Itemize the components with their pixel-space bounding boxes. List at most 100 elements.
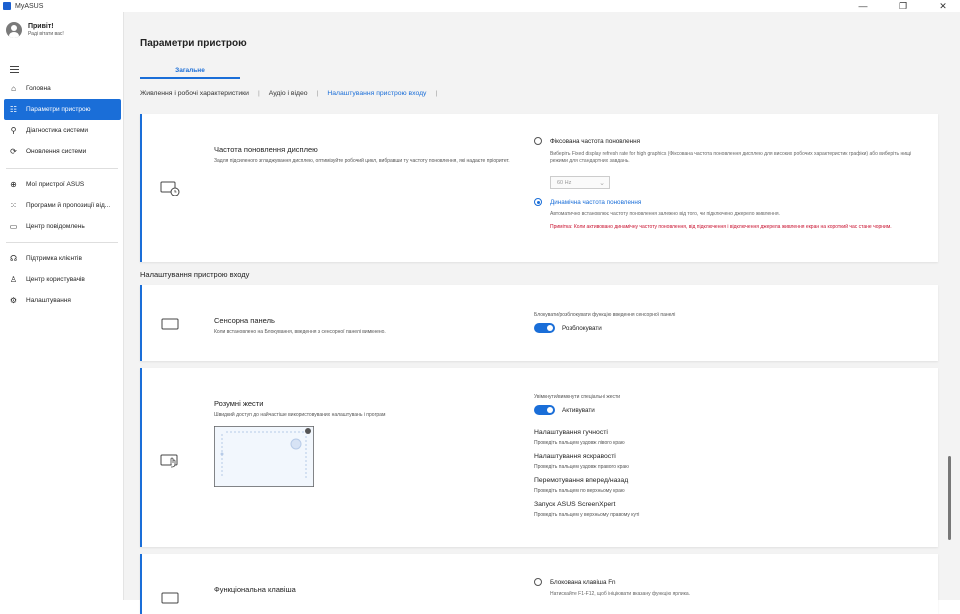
- title-bar: MyASUS — ❐ ✕: [0, 0, 960, 12]
- touchpad-icon: [161, 318, 179, 330]
- refresh-rate-card: Частота поновлення дисплею Задля підсиле…: [140, 114, 938, 262]
- refresh-rate-select[interactable]: 60 Hz ⌄: [550, 176, 610, 189]
- refresh-rate-title: Частота поновлення дисплею: [214, 145, 318, 154]
- user-icon: ♙: [9, 275, 18, 284]
- sidebar-item-device-settings[interactable]: ☷ Параметри пристрою: [4, 99, 121, 120]
- fn-lock-label: Блокована клавіша Fn: [550, 579, 616, 586]
- gestures-toggle-label: Активувати: [562, 407, 595, 414]
- subtabs: Живлення і робочі характеристики | Аудіо…: [140, 90, 446, 97]
- scrollbar[interactable]: [948, 456, 951, 540]
- touchpad-toggle-caption: Блокувати/розблокувати функцію введення …: [534, 312, 676, 318]
- sidebar: Привіт! Раді вітати вас! ⌂ Головна ☷ Пар…: [0, 12, 124, 600]
- sidebar-item-label: Центр повідомлень: [26, 223, 85, 230]
- fnkey-title: Функціональна клавіша: [214, 585, 296, 594]
- sidebar-item-apps[interactable]: ⁙ Програми й пропозиції від...: [4, 195, 121, 216]
- window-title: MyASUS: [15, 2, 44, 10]
- gesture-seek-title: Перемотування вперед/назад: [534, 477, 629, 484]
- sidebar-item-label: Мої пристрої ASUS: [26, 181, 85, 188]
- dynamic-refresh-desc: Автоматично встановлює частоту поновленн…: [550, 211, 780, 217]
- section-title: Налаштування пристрою входу: [140, 270, 250, 279]
- headset-icon: ☊: [9, 254, 18, 263]
- fixed-refresh-desc: Виберіть Fixed display refresh rate for …: [550, 151, 912, 164]
- sliders-icon: ☷: [9, 105, 18, 114]
- minimize-button[interactable]: —: [848, 0, 878, 12]
- keyboard-icon: [161, 592, 179, 604]
- hamburger-menu-icon[interactable]: [10, 66, 19, 75]
- gesture-seek-desc: Проведіть пальцем по верхньому краю: [534, 488, 625, 494]
- sidebar-item-settings[interactable]: ⚙ Налаштування: [4, 290, 121, 311]
- touchpad-toggle[interactable]: [534, 323, 555, 333]
- divider: [6, 242, 118, 243]
- sidebar-item-label: Центр користувачів: [26, 276, 85, 283]
- subtab-input-devices[interactable]: Налаштування пристрою входу: [327, 90, 426, 97]
- gestures-title: Розумні жести: [214, 399, 264, 408]
- fn-lock-desc: Натискайте F1-F12, щоб ініціювати вказан…: [550, 591, 691, 597]
- gestures-toggle[interactable]: [534, 405, 555, 415]
- sidebar-item-my-devices[interactable]: ⊕ Мої пристрої ASUS: [4, 174, 121, 195]
- gestures-preview-image: [214, 426, 314, 487]
- sidebar-item-label: Діагностика системи: [26, 127, 89, 134]
- fixed-refresh-radio[interactable]: [534, 137, 542, 145]
- diagnostics-icon: ⚲: [10, 126, 17, 135]
- close-button[interactable]: ✕: [928, 0, 958, 12]
- user-subtitle: Раді вітати вас!: [28, 31, 64, 37]
- sidebar-item-label: Параметри пристрою: [26, 106, 91, 113]
- update-icon: ⟳: [10, 147, 17, 156]
- chevron-down-icon: ⌄: [599, 180, 605, 187]
- sidebar-item-support[interactable]: ☊ Підтримка клієнтів: [4, 248, 121, 269]
- user-profile[interactable]: Привіт! Раді вітати вас!: [6, 22, 64, 38]
- function-key-card: Функціональна клавіша Блокована клавіша …: [140, 554, 938, 614]
- apps-icon: ⁙: [10, 201, 17, 210]
- dynamic-refresh-warning: Примітка: Коли активовано динамічну част…: [550, 224, 892, 230]
- home-icon: ⌂: [11, 84, 16, 93]
- display-refresh-icon: [160, 181, 180, 196]
- tab-underline: [140, 77, 240, 79]
- gestures-toggle-caption: Увімкнути/вимкнути спеціальні жести: [534, 394, 621, 400]
- gesture-screenxpert-desc: Проведіть пальцем у верхньому правому ку…: [534, 512, 640, 518]
- gesture-brightness-title: Налаштування яскравості: [534, 453, 616, 460]
- touchpad-toggle-label: Розблокувати: [562, 325, 602, 332]
- subtab-audio-video[interactable]: Аудіо і відео: [269, 90, 308, 97]
- sidebar-item-user-center[interactable]: ♙ Центр користувачів: [4, 269, 121, 290]
- smart-gestures-card: Розумні жести Швидкий доступ до найчасті…: [140, 368, 938, 547]
- gesture-touchpad-icon: [160, 454, 178, 468]
- user-greeting: Привіт!: [28, 23, 54, 30]
- subtab-divider: |: [257, 90, 260, 97]
- sidebar-item-label: Програми й пропозиції від...: [26, 202, 111, 209]
- sidebar-item-system-update[interactable]: ⟳ Оновлення системи: [4, 141, 121, 162]
- maximize-button[interactable]: ❐: [888, 0, 918, 12]
- sidebar-item-diagnostics[interactable]: ⚲ Діагностика системи: [4, 120, 121, 141]
- sidebar-item-messages[interactable]: ▭ Центр повідомлень: [4, 216, 121, 237]
- gesture-volume-title: Налаштування гучності: [534, 429, 608, 436]
- message-icon: ▭: [9, 222, 18, 231]
- page-title: Параметри пристрою: [140, 38, 247, 49]
- touchpad-desc: Коли встановлено на Блокування, введення…: [214, 329, 386, 335]
- dynamic-refresh-label: Динамічна частота поновлення: [550, 199, 642, 206]
- touchpad-card: Сенсорна панель Коли встановлено на Блок…: [140, 285, 938, 361]
- dynamic-refresh-radio[interactable]: [534, 198, 542, 206]
- subtab-power[interactable]: Живлення і робочі характеристики: [140, 90, 249, 97]
- gear-icon: ⚙: [9, 296, 18, 305]
- avatar: [6, 22, 22, 38]
- refresh-rate-desc: Задля підсиленого згладжування дисплею, …: [214, 158, 510, 164]
- myasus-logo-icon: [3, 2, 11, 10]
- gestures-desc: Швидкий доступ до найчастіше використову…: [214, 412, 386, 418]
- fixed-refresh-label: Фіксована частота поновлення: [550, 138, 641, 145]
- sidebar-item-label: Головна: [26, 85, 51, 92]
- tab-general[interactable]: Загальне: [140, 67, 240, 74]
- divider: [6, 168, 118, 169]
- gesture-volume-desc: Проведіть пальцем уздовж лівого краю: [534, 440, 625, 446]
- refresh-rate-value: 60 Hz: [557, 179, 572, 186]
- devices-icon: ⊕: [10, 180, 17, 189]
- gesture-brightness-desc: Проведіть пальцем уздовж правого краю: [534, 464, 629, 470]
- main-content: Параметри пристрою Загальне Живлення і р…: [124, 12, 960, 614]
- sidebar-item-home[interactable]: ⌂ Головна: [4, 78, 121, 99]
- fn-lock-radio[interactable]: [534, 578, 542, 586]
- subtab-divider: |: [316, 90, 319, 97]
- subtab-divider: |: [435, 90, 438, 97]
- touchpad-title: Сенсорна панель: [214, 316, 275, 325]
- sidebar-item-label: Оновлення системи: [26, 148, 87, 155]
- sidebar-item-label: Підтримка клієнтів: [26, 255, 82, 262]
- sidebar-item-label: Налаштування: [26, 297, 71, 304]
- gesture-screenxpert-title: Запуск ASUS ScreenXpert: [534, 501, 616, 508]
